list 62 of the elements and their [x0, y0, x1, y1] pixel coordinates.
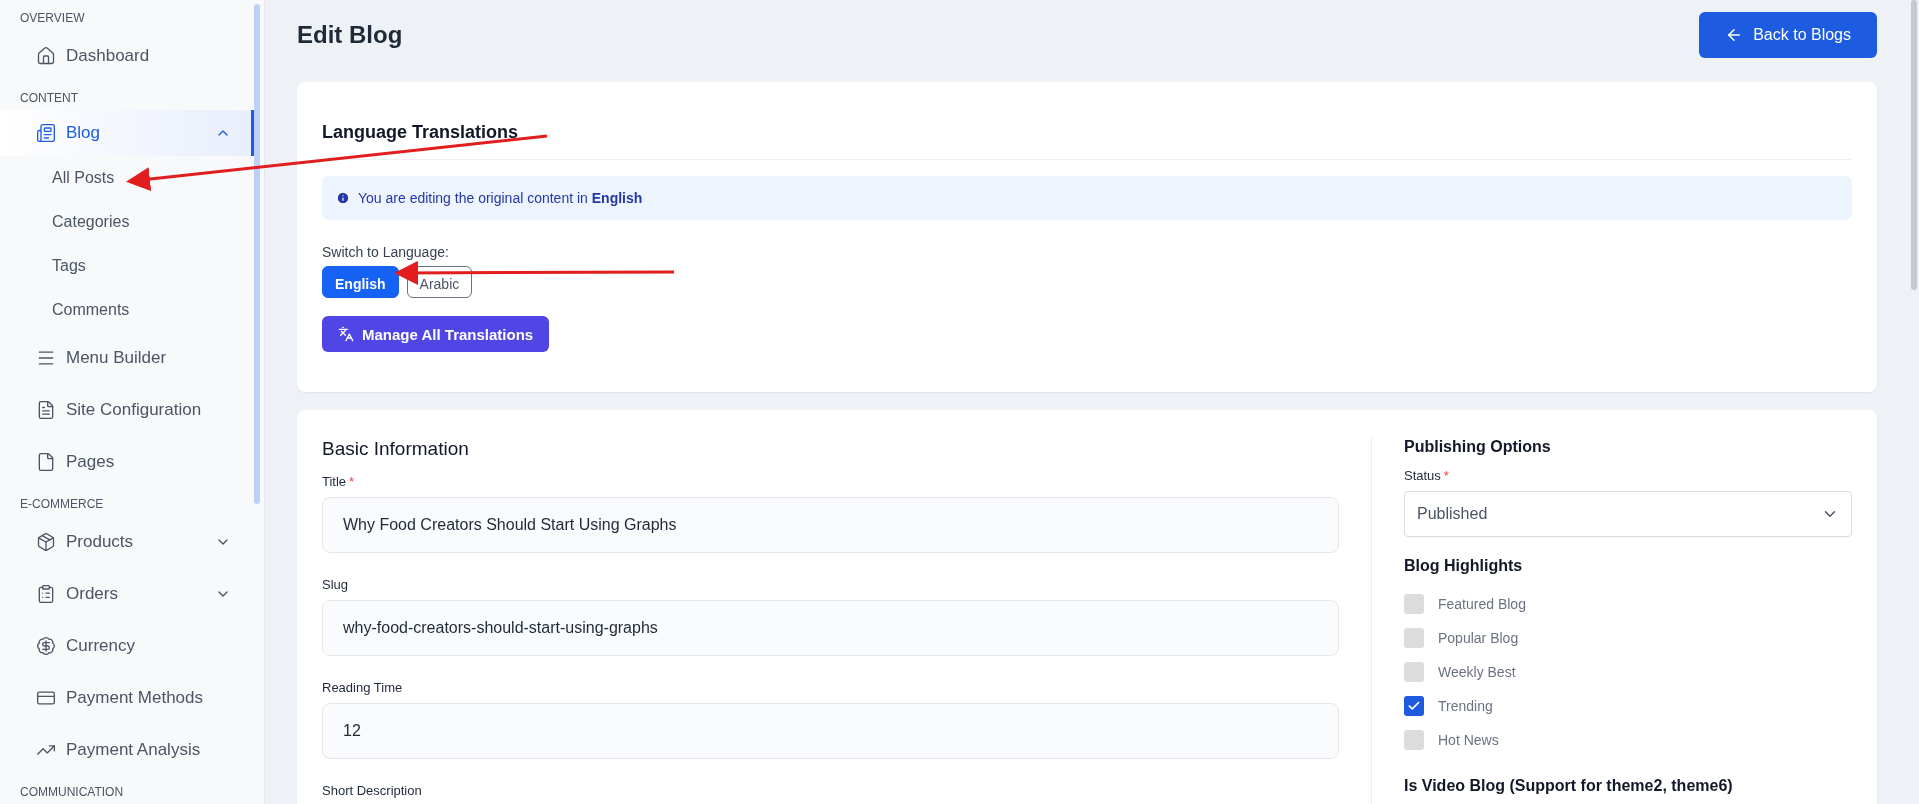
field-label: Reading Time: [322, 680, 404, 695]
card-title: Language Translations: [322, 122, 1852, 160]
section-heading: CONTENT: [19, 90, 79, 107]
nav-item[interactable]: Products: [0, 516, 254, 568]
checkbox[interactable]: [1404, 662, 1424, 682]
nav-item[interactable]: Payment Methods: [0, 672, 254, 724]
scrollbar[interactable]: [1911, 0, 1917, 290]
checkbox[interactable]: [1404, 696, 1424, 716]
nav-item[interactable]: Currency: [0, 620, 254, 672]
field-label: Slug: [322, 577, 350, 592]
required-mark: *: [349, 474, 355, 489]
manage-translations-button[interactable]: Manage All Translations: [322, 316, 550, 352]
input-field[interactable]: Why Food Creators Should Start Using Graphs: [322, 497, 1339, 553]
section-title: Publishing Options: [1404, 438, 1552, 456]
section-title: Is Video Blog (Support for theme2, theme6): [1404, 777, 1734, 795]
required-mark: *: [1443, 468, 1449, 483]
field-label: Short Description: [322, 783, 423, 798]
nav-icon: [36, 400, 56, 420]
nav-subitem[interactable]: All Posts: [0, 156, 264, 200]
nav-item[interactable]: Dashboard: [0, 30, 254, 82]
page-title: Edit Blog: [297, 21, 403, 49]
checkbox[interactable]: [1404, 594, 1424, 614]
nav-item[interactable]: Pages: [0, 436, 254, 488]
section-heading: E-COMMERCE: [19, 496, 105, 513]
section-heading: OVERVIEW: [19, 10, 86, 27]
nav-item[interactable]: Site Configuration: [0, 384, 254, 436]
checkbox-label: Weekly Best: [1438, 664, 1516, 680]
nav-icon: [36, 636, 56, 656]
field-label: Switch to Language:: [322, 244, 450, 260]
scrollbar[interactable]: [254, 4, 260, 504]
checkbox-label: Popular Blog: [1438, 630, 1519, 646]
nav-item[interactable]: Orders: [0, 568, 254, 620]
checkbox-label: Trending: [1438, 698, 1493, 714]
nav-item[interactable]: Payment Analysis: [0, 724, 254, 776]
checkbox[interactable]: [1404, 628, 1424, 648]
nav-subitem[interactable]: Categories: [0, 200, 264, 244]
info-message: You are editing the original content in English: [358, 190, 643, 206]
input-field[interactable]: why-food-creators-should-start-using-graphs: [322, 600, 1339, 656]
section-heading: COMMUNICATION: [19, 784, 125, 801]
status-select[interactable]: Published: [1404, 491, 1852, 537]
field-label: Title *: [322, 474, 356, 489]
nav-icon: [36, 452, 56, 472]
input-field[interactable]: 12: [322, 703, 1339, 759]
nav-icon: [36, 46, 56, 66]
nav-item[interactable]: Blog: [0, 110, 254, 156]
checkmark-icon: [1407, 699, 1421, 713]
info-icon: [336, 191, 350, 205]
language-button[interactable]: English: [322, 266, 399, 298]
translate-icon: [338, 326, 354, 342]
section-title: Basic Information: [322, 438, 470, 460]
checkbox[interactable]: [1404, 730, 1424, 750]
nav-subitem[interactable]: Comments: [0, 288, 264, 332]
nav-icon: [36, 123, 56, 143]
back-button[interactable]: Back to Blogs: [1699, 12, 1877, 58]
checkbox-label: Hot News: [1438, 732, 1499, 748]
field-label: Status *: [1404, 468, 1450, 483]
nav-subitem[interactable]: Tags: [0, 244, 264, 288]
checkbox-label: Featured Blog: [1438, 596, 1526, 612]
nav-icon: [36, 532, 56, 552]
nav-item[interactable]: Menu Builder: [0, 332, 254, 384]
section-title: Blog Highlights: [1404, 557, 1524, 575]
nav-icon: [36, 584, 56, 604]
